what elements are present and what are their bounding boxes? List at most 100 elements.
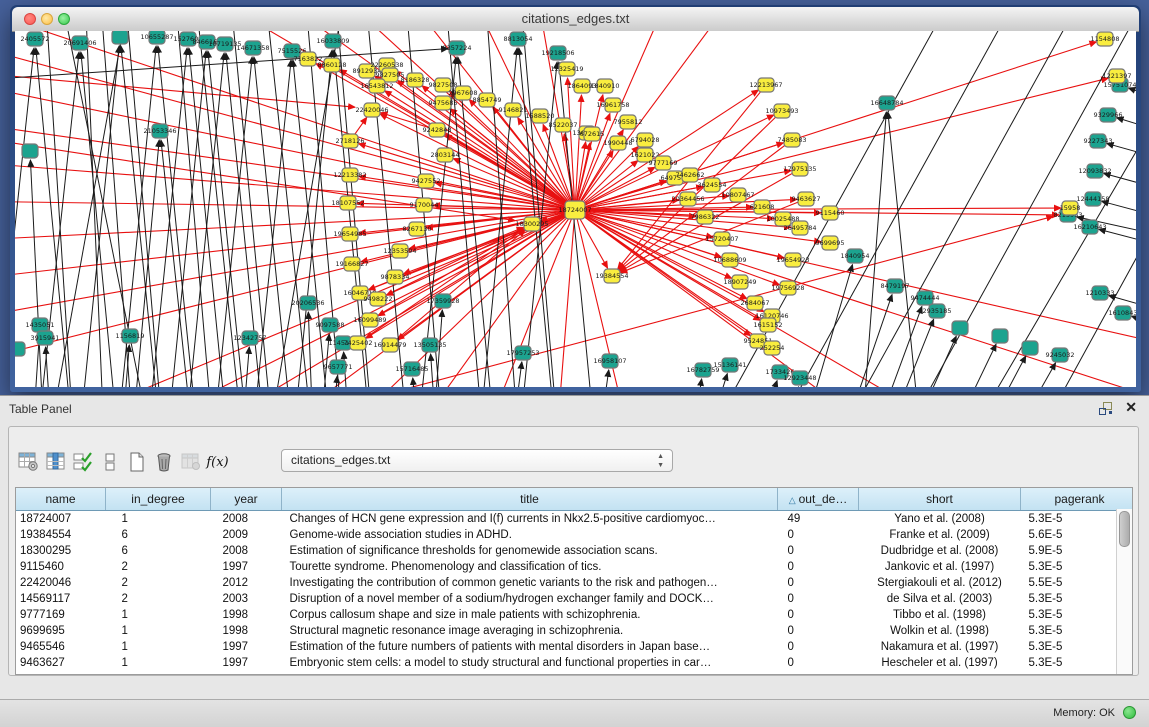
graph-node-teal[interactable]: 9329966: [1094, 108, 1123, 122]
graph-node-yellow[interactable]: 10807467: [721, 188, 754, 202]
table-cell[interactable]: 1998: [211, 607, 282, 623]
table-row[interactable]: 977716911998Corpus callosum shape and si…: [16, 607, 1133, 623]
table-cell[interactable]: Stergiakouli et al. (2012): [859, 575, 1021, 591]
rows-button[interactable]: [96, 449, 123, 476]
graph-edge[interactable]: [970, 356, 1026, 387]
table-cell[interactable]: 0: [778, 591, 859, 607]
graph-node-yellow[interactable]: 19756928: [771, 281, 804, 295]
graph-node-yellow[interactable]: 15958: [1060, 201, 1081, 215]
graph-edge[interactable]: [689, 379, 702, 387]
window-titlebar[interactable]: citations_edges.txt: [12, 7, 1139, 32]
graph-edge[interactable]: [940, 344, 996, 387]
zoom-window-button[interactable]: [58, 13, 70, 25]
table-row[interactable]: 1938455462009Genome-wide association stu…: [16, 527, 1133, 543]
column-select-button[interactable]: [42, 449, 69, 476]
float-panel-icon[interactable]: [1099, 402, 1113, 415]
table-row[interactable]: 946362711997Embryonic stem cells: a mode…: [16, 655, 1133, 671]
table-cell[interactable]: Tourette syndrome. Phenomenology and cla…: [282, 559, 778, 575]
graph-node-yellow[interactable]: 2803144: [431, 148, 460, 162]
delete-icon[interactable]: [150, 449, 177, 476]
graph-edge[interactable]: [860, 112, 886, 387]
graph-node-teal[interactable]: 9657771: [324, 360, 353, 374]
graph-node-yellow[interactable]: 10688609: [713, 253, 746, 267]
table-cell[interactable]: Corpus callosum shape and size in male p…: [282, 607, 778, 623]
table-cell[interactable]: 0: [778, 575, 859, 591]
graph-edge[interactable]: [161, 140, 195, 387]
table-cell[interactable]: 0: [778, 607, 859, 623]
graph-node-teal[interactable]: 9245032: [1046, 348, 1075, 362]
graph-node-teal[interactable]: 16033809: [316, 34, 349, 48]
column-header-short[interactable]: short: [859, 488, 1021, 511]
graph-node-yellow[interactable]: 16961758: [596, 98, 629, 112]
graph-node-teal[interactable]: 1210333: [1086, 286, 1115, 300]
table-cell[interactable]: 2009: [211, 527, 282, 543]
graph-node-yellow[interactable]: 8854749: [473, 93, 502, 107]
graph-node-teal[interactable]: 1435051: [26, 318, 55, 332]
graph-node-yellow[interactable]: 17975135: [783, 162, 816, 176]
graph-node-teal[interactable]: [15, 342, 25, 356]
graph-node-yellow[interactable]: 12213967: [749, 78, 782, 92]
graph-node-yellow[interactable]: 9427552: [412, 174, 441, 188]
graph-edge[interactable]: [596, 370, 609, 387]
column-header-in_degree[interactable]: in_degree: [106, 488, 211, 511]
minimize-window-button[interactable]: [41, 13, 53, 25]
graph-node-teal[interactable]: 16782759: [686, 363, 719, 377]
graph-node-yellow[interactable]: 8267130: [403, 222, 432, 236]
graph-node-teal[interactable]: [112, 31, 128, 44]
table-cell[interactable]: Dudbridge et al. (2008): [859, 543, 1021, 559]
graph-node-teal[interactable]: 8479197: [881, 279, 910, 293]
column-header-title[interactable]: title: [282, 488, 778, 511]
table-cell[interactable]: 0: [778, 559, 859, 575]
graph-node-teal[interactable]: 19218506: [541, 46, 574, 60]
table-cell[interactable]: 0: [778, 623, 859, 639]
graph-node-teal[interactable]: 12444158: [1076, 192, 1109, 206]
graph-edge[interactable]: [575, 210, 1005, 387]
table-cell[interactable]: Embryonic stem cells: a model to study s…: [282, 655, 778, 671]
table-cell[interactable]: de Silva et al. (2003): [859, 591, 1021, 607]
graph-edge[interactable]: [394, 70, 575, 210]
table-cell[interactable]: 49: [778, 511, 859, 528]
graph-node-yellow[interactable]: 7485083: [778, 133, 807, 147]
table-cell[interactable]: 22420046: [16, 575, 106, 591]
graph-node-yellow[interactable]: 19654985: [333, 227, 366, 241]
table-selector[interactable]: citations_edges.txt ▲▼: [281, 449, 673, 472]
graph-node-teal[interactable]: 8357224: [443, 41, 472, 55]
table-cell[interactable]: 2: [106, 591, 211, 607]
graph-node-yellow[interactable]: 1840910: [591, 79, 620, 93]
graph-node-teal[interactable]: 20206536: [291, 296, 324, 310]
table-row[interactable]: 969969511998Structural magnetic resonanc…: [16, 623, 1133, 639]
graph-node-teal[interactable]: 9474444: [911, 291, 940, 305]
table-cell[interactable]: 14569117: [16, 591, 106, 607]
graph-node-teal[interactable]: 1840954: [841, 249, 870, 263]
table-cell[interactable]: 1: [106, 655, 211, 671]
graph-edge[interactable]: [575, 210, 1136, 351]
citation-graph[interactable]: 2405572206914061065528715276028466160107…: [15, 31, 1136, 387]
table-cell[interactable]: 9777169: [16, 607, 106, 623]
table-cell[interactable]: 1998: [211, 623, 282, 639]
table-row[interactable]: 1830029562008Estimation of significance …: [16, 543, 1133, 559]
graph-node-teal[interactable]: 9227343: [1084, 134, 1113, 148]
graph-edge[interactable]: [15, 71, 355, 107]
graph-node-teal[interactable]: 2935185: [923, 304, 952, 318]
graph-edge[interactable]: [575, 42, 1096, 210]
table-cell[interactable]: 2: [106, 575, 211, 591]
graph-node-teal[interactable]: 13505135: [413, 338, 446, 352]
table-cell[interactable]: Franke et al. (2009): [859, 527, 1021, 543]
row-check-button[interactable]: [69, 449, 96, 476]
network-canvas[interactable]: 2405572206914061065528715276028466160107…: [15, 31, 1136, 387]
table-cell[interactable]: Disruption of a novel member of a sodium…: [282, 591, 778, 607]
graph-node-yellow[interactable]: 9699695: [816, 236, 845, 250]
table-row[interactable]: 1456911722003Disruption of a novel membe…: [16, 591, 1133, 607]
table-cell[interactable]: 19384554: [16, 527, 106, 543]
graph-node-teal[interactable]: [992, 329, 1008, 343]
graph-node-teal[interactable]: 12342757: [233, 331, 266, 345]
graph-node-yellow[interactable]: 6794028: [631, 133, 660, 147]
table-cell[interactable]: 9463627: [16, 655, 106, 671]
graph-node-yellow[interactable]: 9878334: [381, 270, 410, 284]
column-header-name[interactable]: name: [16, 488, 106, 511]
new-table-button[interactable]: [123, 449, 150, 476]
graph-node-teal[interactable]: 10655287: [140, 31, 173, 44]
graph-node-teal[interactable]: 16648784: [870, 96, 903, 110]
table-cell[interactable]: 18724007: [16, 511, 106, 528]
graph-node-teal[interactable]: 20691406: [63, 36, 96, 50]
